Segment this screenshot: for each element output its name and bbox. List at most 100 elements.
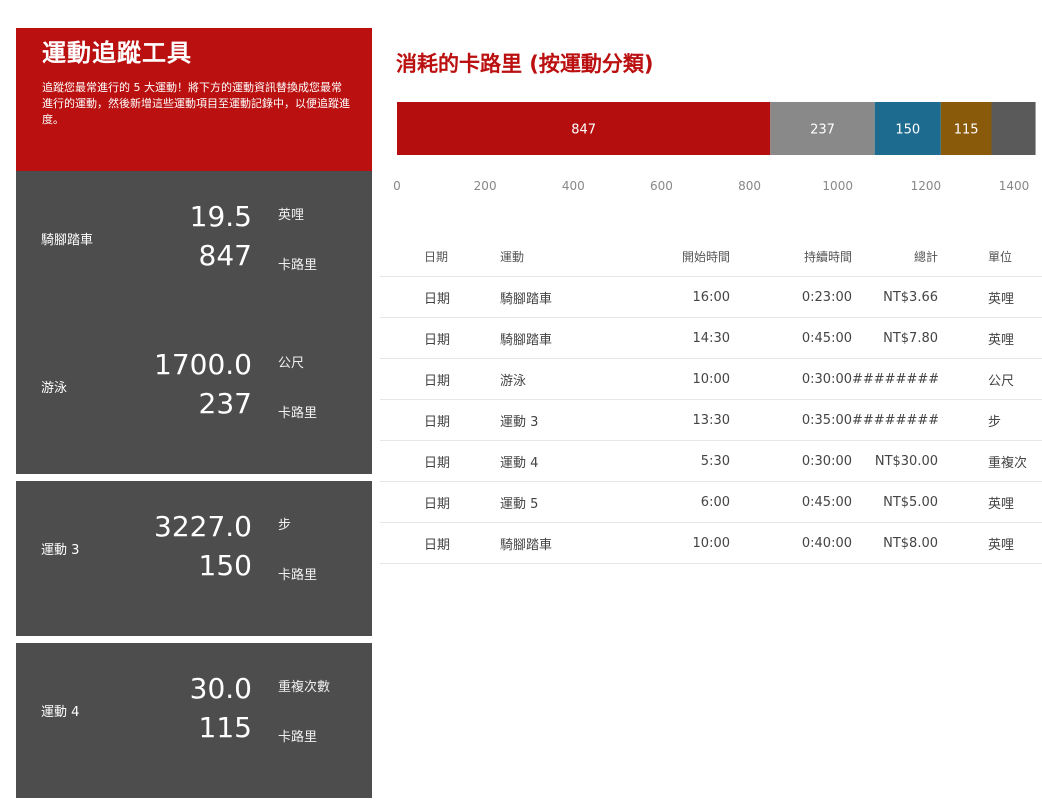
x-axis-tick-label: 200: [474, 179, 497, 193]
table-row[interactable]: 日期 運動 4 5:30 0:30:00 NT$30.00 重複次: [380, 440, 1042, 482]
calories-unit: 卡路里: [278, 730, 318, 745]
cell-date[interactable]: 日期: [380, 276, 500, 318]
activity-unit: 重複次數: [278, 680, 331, 695]
cell-duration[interactable]: 0:30:00: [730, 440, 852, 482]
activity-values: 30.0 115: [190, 669, 252, 747]
cell-activity[interactable]: 騎腳踏車: [500, 522, 600, 564]
calories-unit: 卡路里: [278, 406, 318, 421]
column-header-start-time[interactable]: 開始時間: [600, 236, 730, 277]
x-axis-tick-label: 1400: [999, 179, 1030, 193]
cell-date[interactable]: 日期: [380, 522, 500, 564]
table-row[interactable]: 日期 運動 5 6:00 0:45:00 NT$5.00 英哩: [380, 481, 1042, 523]
activity-values: 3227.0 150: [154, 507, 252, 585]
column-header-activity[interactable]: 運動: [500, 236, 600, 277]
activity-card[interactable]: 騎腳踏車 19.5 847 英哩 卡路里: [16, 171, 372, 326]
cell-total[interactable]: NT$5.00: [852, 481, 938, 523]
activity-amount: 19.5: [189, 200, 252, 233]
bar-value-label: 150: [895, 123, 920, 138]
activity-card[interactable]: 運動 4 30.0 115 重複次數 卡路里: [16, 643, 372, 798]
column-header-total[interactable]: 總計: [852, 236, 938, 277]
cell-total[interactable]: NT$7.80: [852, 317, 938, 359]
cell-unit[interactable]: 步: [938, 399, 1042, 441]
cell-activity[interactable]: 騎腳踏車: [500, 317, 600, 359]
cell-unit[interactable]: 英哩: [938, 481, 1042, 523]
x-axis-tick-label: 400: [562, 179, 585, 193]
bar-segment[interactable]: [991, 102, 1036, 155]
cell-activity[interactable]: 運動 4: [500, 440, 600, 482]
table-row[interactable]: 日期 游泳 10:00 0:30:00 ######## 公尺: [380, 358, 1042, 400]
chart-title: 消耗的卡路里 (按運動分類): [396, 52, 654, 76]
cell-date[interactable]: 日期: [380, 317, 500, 359]
cell-total[interactable]: NT$8.00: [852, 522, 938, 564]
activity-amount: 30.0: [189, 672, 252, 705]
cell-start-time[interactable]: 10:00: [600, 358, 730, 400]
cell-duration[interactable]: 0:45:00: [730, 481, 852, 523]
cell-date[interactable]: 日期: [380, 440, 500, 482]
activity-calories: 847: [198, 239, 252, 272]
x-axis-tick-label: 800: [738, 179, 761, 193]
activity-calories: 237: [198, 387, 252, 420]
cell-duration[interactable]: 0:30:00: [730, 358, 852, 400]
cell-total[interactable]: NT$3.66: [852, 276, 938, 318]
cell-activity[interactable]: 運動 5: [500, 481, 600, 523]
bar-value-label: 847: [571, 123, 596, 138]
cell-date[interactable]: 日期: [380, 399, 500, 441]
table-row[interactable]: 日期 運動 3 13:30 0:35:00 ######## 步: [380, 399, 1042, 441]
cell-duration[interactable]: 0:23:00: [730, 276, 852, 318]
column-header-duration[interactable]: 持續時間: [730, 236, 852, 277]
activity-log-table: 日期 運動 開始時間 持續時間 總計 單位 日期 騎腳踏車 16:00 0:23…: [380, 236, 1042, 564]
cell-start-time[interactable]: 6:00: [600, 481, 730, 523]
cell-activity[interactable]: 游泳: [500, 358, 600, 400]
bar-value-label: 115: [954, 123, 979, 138]
activity-unit: 英哩: [278, 208, 305, 223]
calories-unit: 卡路里: [278, 258, 318, 273]
activity-card[interactable]: 游泳 1700.0 237 公尺 卡路里: [16, 319, 372, 474]
table-row[interactable]: 日期 騎腳踏車 16:00 0:23:00 NT$3.66 英哩: [380, 276, 1042, 318]
app-title: 運動追蹤工具: [42, 39, 192, 67]
cell-start-time[interactable]: 16:00: [600, 276, 730, 318]
cell-duration[interactable]: 0:45:00: [730, 317, 852, 359]
calories-unit: 卡路里: [278, 568, 318, 583]
cell-total[interactable]: ########: [852, 358, 938, 400]
cell-duration[interactable]: 0:40:00: [730, 522, 852, 564]
activity-name: 運動 4: [41, 705, 80, 720]
cell-total[interactable]: NT$30.00: [852, 440, 938, 482]
cell-unit[interactable]: 重複次: [938, 440, 1042, 482]
activity-name: 騎腳踏車: [41, 233, 94, 248]
activity-amount: 1700.0: [154, 348, 252, 381]
x-axis-tick-label: 1200: [911, 179, 942, 193]
activity-amount: 3227.0: [154, 510, 252, 543]
column-header-unit[interactable]: 單位: [938, 236, 1042, 277]
cell-activity[interactable]: 運動 3: [500, 399, 600, 441]
cell-total[interactable]: ########: [852, 399, 938, 441]
cell-start-time[interactable]: 13:30: [600, 399, 730, 441]
cell-unit[interactable]: 英哩: [938, 522, 1042, 564]
cell-date[interactable]: 日期: [380, 481, 500, 523]
activity-name: 運動 3: [41, 543, 80, 558]
cell-duration[interactable]: 0:35:00: [730, 399, 852, 441]
column-header-date[interactable]: 日期: [380, 236, 500, 277]
cell-unit[interactable]: 英哩: [938, 317, 1042, 359]
activity-name: 游泳: [41, 381, 68, 396]
cell-unit[interactable]: 公尺: [938, 358, 1042, 400]
cell-unit[interactable]: 英哩: [938, 276, 1042, 318]
activity-unit: 公尺: [278, 356, 305, 371]
table-row[interactable]: 日期 騎腳踏車 10:00 0:40:00 NT$8.00 英哩: [380, 522, 1042, 564]
activity-calories: 150: [198, 549, 252, 582]
table-row[interactable]: 日期 騎腳踏車 14:30 0:45:00 NT$7.80 英哩: [380, 317, 1042, 359]
cell-start-time[interactable]: 14:30: [600, 317, 730, 359]
cell-start-time[interactable]: 5:30: [600, 440, 730, 482]
table-header-row: 日期 運動 開始時間 持續時間 總計 單位: [380, 236, 1042, 277]
x-axis-tick-label: 600: [650, 179, 673, 193]
cell-date[interactable]: 日期: [380, 358, 500, 400]
activity-values: 1700.0 237: [154, 345, 252, 423]
x-axis-tick-label: 1000: [822, 179, 853, 193]
activity-card[interactable]: 運動 3 3227.0 150 步 卡路里: [16, 481, 372, 636]
bar-value-label: 237: [810, 123, 835, 138]
cell-start-time[interactable]: 10:00: [600, 522, 730, 564]
activity-unit: 步: [278, 518, 292, 533]
cell-activity[interactable]: 騎腳踏車: [500, 276, 600, 318]
calories-bar-chart: 0 200 400 600 800 1000 1200 1400 847 237 150 115: [393, 102, 1036, 193]
activity-calories: 115: [198, 711, 252, 744]
intro-text: 追蹤您最常進行的 5 大運動！將下方的運動資訊替換成您最常進行的運動，然後新增這…: [42, 81, 350, 126]
